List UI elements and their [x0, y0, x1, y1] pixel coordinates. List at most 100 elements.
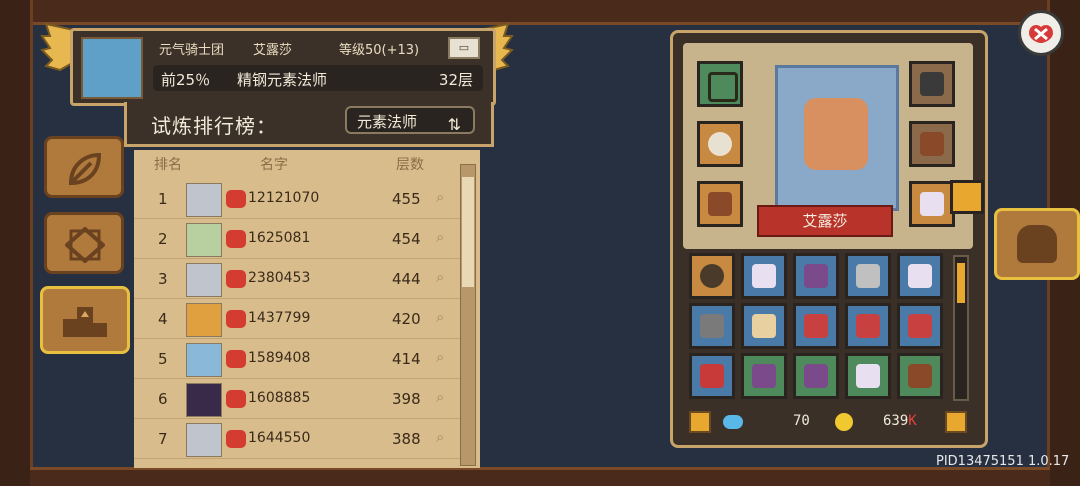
- inventory-slot[interactable]: [845, 303, 891, 349]
- tab-helmet[interactable]: [994, 208, 1080, 280]
- inventory-slot[interactable]: [897, 303, 943, 349]
- player-avatar: [186, 223, 222, 257]
- currency-bar: 70 639K: [683, 411, 973, 437]
- player-avatar: [186, 343, 222, 377]
- table-row[interactable]: 5 1589408 414 ⌕: [134, 340, 464, 379]
- search-icon[interactable]: ⌕: [436, 388, 444, 406]
- tab-ranking[interactable]: [40, 286, 130, 354]
- ranking-title-bar: 试炼排行榜： 元素法师 ⇅: [124, 102, 494, 147]
- table-row[interactable]: 7 1644550 388 ⌕: [134, 420, 464, 459]
- diamond-icon: [65, 227, 105, 263]
- search-icon[interactable]: ⌕: [436, 228, 444, 246]
- player-level: 等级50(+13): [339, 43, 420, 58]
- wood-border-left: [0, 0, 33, 486]
- backpack-icon: [226, 190, 246, 208]
- tab-leaf[interactable]: [44, 136, 124, 198]
- inventory-slot[interactable]: [897, 253, 943, 299]
- row-player-id: 12121070: [248, 190, 320, 206]
- inventory-slot[interactable]: [845, 253, 891, 299]
- inventory-slot[interactable]: [793, 303, 839, 349]
- inventory-slot[interactable]: [689, 303, 735, 349]
- guild-name: 元气骑士团: [159, 43, 225, 58]
- tab-diamond[interactable]: [44, 212, 124, 274]
- necklace-icon: [708, 72, 738, 102]
- table-row[interactable]: 6 1608885 398 ⌕: [134, 380, 464, 419]
- equipped-area: 艾露莎: [683, 43, 973, 249]
- character-sprite: [804, 98, 868, 170]
- table-row[interactable]: 4 1437799 420 ⌕: [134, 300, 464, 339]
- ring-icon: [708, 132, 732, 156]
- helmet-icon: [1017, 225, 1057, 263]
- boots-icon: [804, 314, 828, 338]
- table-row[interactable]: 2 1625081 454 ⌕: [134, 220, 464, 259]
- leaf-icon: [68, 152, 102, 186]
- wood-border-top: [30, 0, 1050, 25]
- search-icon[interactable]: ⌕: [436, 348, 444, 366]
- scrollbar-thumb[interactable]: [957, 263, 965, 303]
- row-player-id: 1625081: [248, 230, 311, 246]
- rank-percent: 前25％: [161, 71, 211, 89]
- search-icon[interactable]: ⌕: [436, 268, 444, 286]
- inventory-slot[interactable]: [845, 353, 891, 399]
- inventory-slot[interactable]: [793, 353, 839, 399]
- scroll-icon: [908, 264, 932, 288]
- side-tab-button[interactable]: [950, 180, 984, 214]
- equip-slot-ring[interactable]: [697, 121, 743, 167]
- header-rank: 排名: [154, 157, 182, 173]
- table-row[interactable]: 1 12121070 455 ⌕: [134, 180, 464, 219]
- staff-icon: [804, 264, 828, 288]
- inventory-slot[interactable]: [689, 253, 735, 299]
- search-icon[interactable]: ⌕: [436, 188, 444, 206]
- coin-suffix: K: [908, 413, 917, 429]
- inventory-slot[interactable]: [741, 253, 787, 299]
- player-avatar: [186, 383, 222, 417]
- row-rank: 1: [158, 190, 168, 208]
- search-icon[interactable]: ⌕: [436, 308, 444, 326]
- inventory-slot[interactable]: [793, 253, 839, 299]
- inventory-slot[interactable]: [741, 303, 787, 349]
- table-row[interactable]: 3 2380453 444 ⌕: [134, 260, 464, 299]
- player-avatar: [186, 303, 222, 337]
- row-rank: 4: [158, 310, 168, 328]
- armor-icon: [752, 314, 776, 338]
- row-score: 444: [392, 270, 421, 288]
- lock-icon[interactable]: [689, 411, 711, 433]
- backpack-icon: [226, 390, 246, 408]
- backpack-icon: [226, 430, 246, 448]
- avatar[interactable]: [81, 37, 143, 99]
- scrollbar-thumb[interactable]: [462, 177, 474, 287]
- title-badge-icon[interactable]: ▭: [448, 37, 480, 59]
- boots-icon: [856, 314, 880, 338]
- equip-slot-boots[interactable]: [697, 181, 743, 227]
- row-score: 398: [392, 390, 421, 408]
- crossbow-icon: [856, 264, 880, 288]
- coin-icon: [835, 413, 853, 431]
- class-filter-button[interactable]: 元素法师 ⇅: [345, 106, 475, 134]
- search-icon[interactable]: ⌕: [436, 428, 444, 446]
- character-portrait[interactable]: [775, 65, 899, 211]
- build-id: PID13475151 1.0.17: [936, 454, 1070, 469]
- inventory-scrollbar[interactable]: [953, 255, 969, 401]
- scroll-icon: [752, 264, 776, 288]
- staff-icon: [752, 364, 776, 388]
- row-rank: 5: [158, 350, 168, 368]
- equip-slot-necklace[interactable]: [697, 61, 743, 107]
- equip-slot-scroll[interactable]: [909, 181, 955, 227]
- scroll-icon: [856, 364, 880, 388]
- row-score: 455: [392, 190, 421, 208]
- swap-icon: ⇅: [447, 115, 461, 134]
- ranking-scrollbar[interactable]: [460, 164, 476, 466]
- player-avatar: [186, 263, 222, 297]
- grid-icon[interactable]: [945, 411, 967, 433]
- inventory-slot[interactable]: [689, 353, 735, 399]
- row-player-id: 1608885: [248, 390, 311, 406]
- close-icon: [1029, 25, 1053, 43]
- equip-slot-helmet[interactable]: [909, 61, 955, 107]
- scroll-icon: [920, 192, 944, 216]
- equip-slot-armor[interactable]: [909, 121, 955, 167]
- helmet-icon: [920, 72, 944, 96]
- close-button[interactable]: [1018, 10, 1064, 56]
- inventory-slot[interactable]: [741, 353, 787, 399]
- gem-count: 70: [793, 413, 810, 429]
- inventory-slot[interactable]: [897, 353, 943, 399]
